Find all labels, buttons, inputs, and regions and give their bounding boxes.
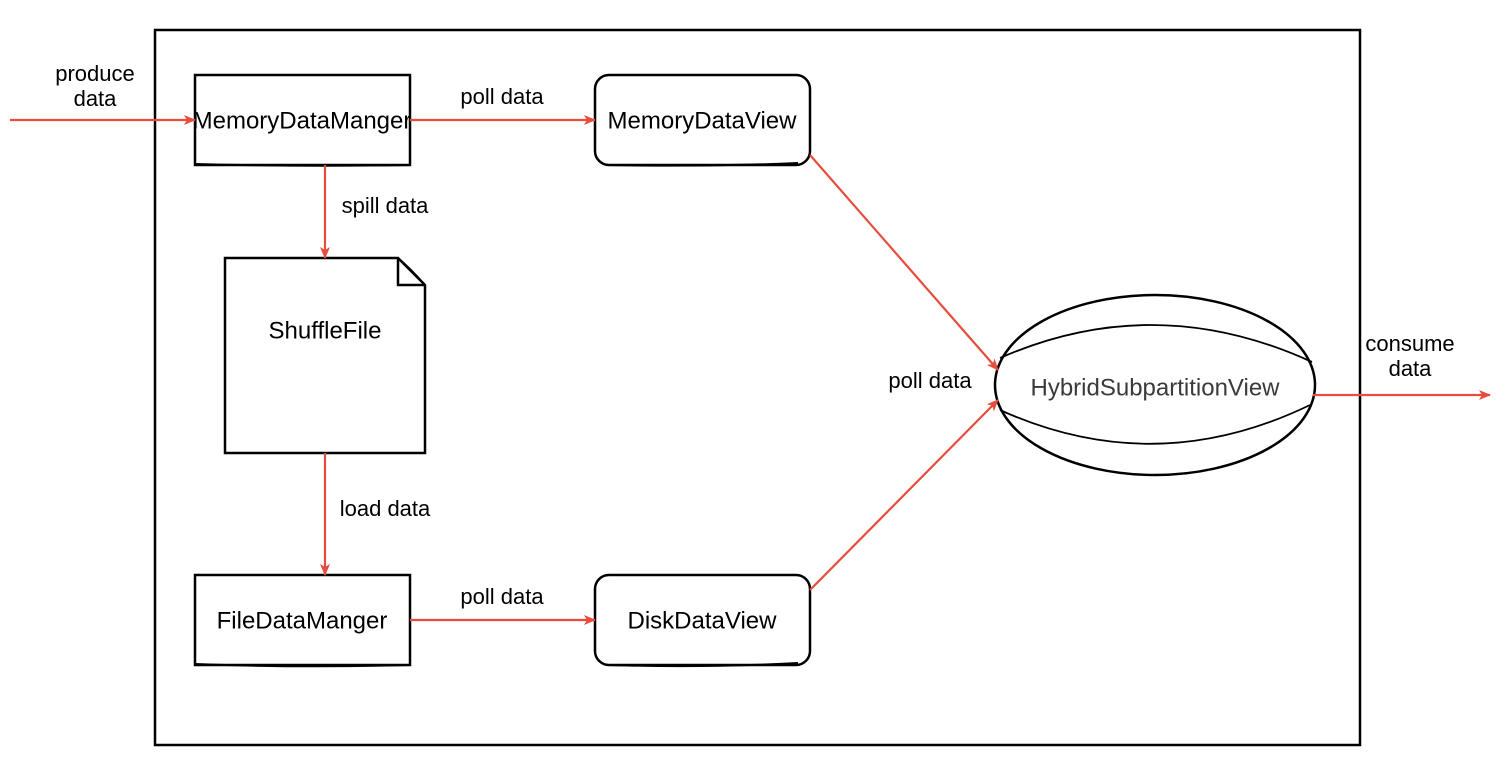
shuffle-file-node: ShuffleFile [225,258,425,453]
memory-data-manager-node: MemoryDataManger [193,75,412,166]
disk-data-view-label: DiskDataView [628,607,778,634]
memory-view-to-hybrid-arrow [810,155,998,370]
spill-data-label: spill data [342,193,430,218]
consume-data-arrow: consume data [1313,331,1490,395]
consume-data-label-line1: consume [1365,331,1454,356]
poll-data-memory-label: poll data [460,84,544,109]
produce-data-arrow: produce data [10,61,195,120]
hybrid-subpartition-view-node: HybridSubpartitionView [995,295,1315,475]
poll-data-memory-arrow: poll data [410,84,595,120]
memory-data-manager-label: MemoryDataManger [193,107,412,134]
disk-data-view-node: DiskDataView [595,575,810,666]
memory-data-view-label: MemoryDataView [608,107,798,134]
disk-view-to-hybrid-arrow [810,400,998,590]
consume-data-label-line2: data [1389,356,1433,381]
poll-data-disk-label: poll data [460,584,544,609]
spill-data-arrow: spill data [325,165,429,258]
memory-data-view-node: MemoryDataView [595,75,810,166]
produce-data-label-line2: data [74,86,118,111]
poll-data-hybrid-label: poll data [888,368,972,393]
load-data-label: load data [340,496,431,521]
file-data-manager-node: FileDataManger [195,575,410,666]
hybrid-subpartition-view-label: HybridSubpartitionView [1030,374,1280,401]
produce-data-label-line1: produce [55,61,135,86]
poll-data-disk-arrow: poll data [410,584,595,620]
shuffle-file-label: ShuffleFile [269,317,382,344]
load-data-arrow: load data [325,453,431,575]
file-data-manager-label: FileDataManger [217,607,388,634]
